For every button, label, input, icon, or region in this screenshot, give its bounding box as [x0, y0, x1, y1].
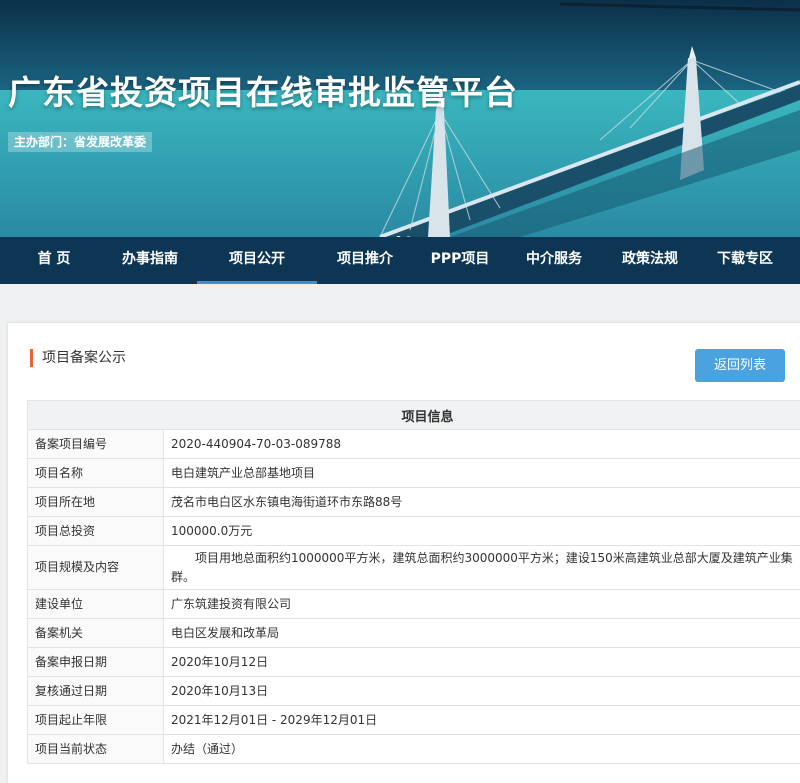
- bridge-illustration: [0, 0, 800, 237]
- row-value: 茂名市电白区水东镇电海街道环市东路88号: [162, 487, 800, 517]
- row-value: 办结（通过）: [162, 734, 800, 764]
- nav-item-downloads[interactable]: 下载专区: [705, 237, 785, 284]
- nav-item-projects-public[interactable]: 项目公开: [197, 237, 317, 284]
- main-nav: 首 页 办事指南 项目公开 项目推介 PPP项目 中介服务 政策法规 下载专区: [0, 237, 800, 284]
- sponsor-label: 主办部门：省发展改革委: [8, 132, 153, 152]
- row-key: 备案项目编号: [27, 429, 164, 459]
- table-row: 备案机关 电白区发展和改革局: [27, 618, 800, 648]
- table-row: 项目总投资 100000.0万元: [27, 516, 800, 546]
- row-value: 项目用地总面积约1000000平方米，建筑总面积约3000000平方米；建设15…: [162, 545, 800, 590]
- section-title: 项目备案公示: [30, 349, 126, 367]
- table-row: 项目规模及内容 项目用地总面积约1000000平方米，建筑总面积约3000000…: [27, 545, 800, 590]
- table-row: 项目名称 电白建筑产业总部基地项目: [27, 458, 800, 488]
- banner: 广东省投资项目在线审批监管平台 主办部门：省发展改革委: [0, 0, 800, 237]
- site-title: 广东省投资项目在线审批监管平台: [8, 73, 518, 112]
- table-row: 项目当前状态 办结（通过）: [27, 734, 800, 764]
- row-value: 2020年10月12日: [162, 647, 800, 677]
- back-to-list-button[interactable]: 返回列表: [695, 349, 785, 382]
- table-row: 建设单位 广东筑建投资有限公司: [27, 589, 800, 619]
- nav-item-project-promotion[interactable]: 项目推介: [325, 237, 405, 284]
- nav-item-home[interactable]: 首 页: [14, 237, 94, 284]
- row-key: 项目规模及内容: [27, 545, 164, 590]
- nav-item-ppp[interactable]: PPP项目: [420, 237, 500, 284]
- table-row: 复核通过日期 2020年10月13日: [27, 676, 800, 706]
- content-card: 项目备案公示 返回列表 项目信息 备案项目编号 2020-440904-70-0…: [8, 323, 800, 783]
- table-row: 备案项目编号 2020-440904-70-03-089788: [27, 429, 800, 459]
- nav-item-agency-services[interactable]: 中介服务: [514, 237, 594, 284]
- table-header-row: 项目信息: [26, 400, 800, 430]
- table-row: 项目所在地 茂名市电白区水东镇电海街道环市东路88号: [27, 487, 800, 517]
- nav-item-policies[interactable]: 政策法规: [610, 237, 690, 284]
- row-key: 复核通过日期: [27, 676, 164, 706]
- row-key: 建设单位: [27, 589, 164, 619]
- row-value: 电白建筑产业总部基地项目: [162, 458, 800, 488]
- row-value: 2020年10月13日: [162, 676, 800, 706]
- row-value: 2021年12月01日 - 2029年12月01日: [162, 705, 800, 735]
- row-key: 项目名称: [27, 458, 164, 488]
- table-row: 备案申报日期 2020年10月12日: [27, 647, 800, 677]
- row-value: 广东筑建投资有限公司: [162, 589, 800, 619]
- row-value: 2020-440904-70-03-089788: [162, 429, 800, 459]
- table-row: 项目起止年限 2021年12月01日 - 2029年12月01日: [27, 705, 800, 735]
- row-key: 项目当前状态: [27, 734, 164, 764]
- row-key: 项目所在地: [27, 487, 164, 517]
- nav-item-guide[interactable]: 办事指南: [110, 237, 190, 284]
- row-value: 电白区发展和改革局: [162, 618, 800, 648]
- project-info-table: 项目信息 备案项目编号 2020-440904-70-03-089788 项目名…: [26, 400, 800, 764]
- row-key: 项目起止年限: [27, 705, 164, 735]
- row-key: 备案机关: [27, 618, 164, 648]
- row-key: 项目总投资: [27, 516, 164, 546]
- row-key: 备案申报日期: [27, 647, 164, 677]
- row-value: 100000.0万元: [162, 516, 800, 546]
- table-header: 项目信息: [26, 400, 800, 430]
